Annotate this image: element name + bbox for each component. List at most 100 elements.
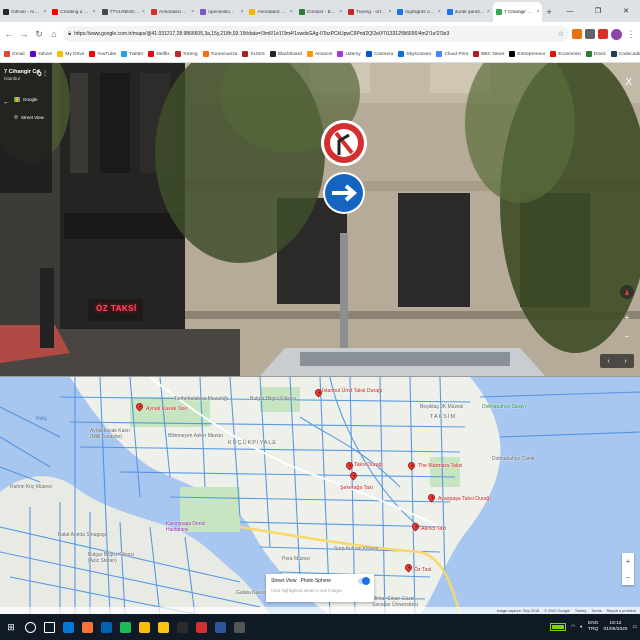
- map-view[interactable]: Aynalı Kavak Taxi İstanbul Ümit Taksi Du…: [0, 376, 640, 614]
- bookmark-item[interactable]: Döviz: [585, 51, 606, 57]
- photo-sphere-option[interactable]: Photo Sphere: [300, 578, 331, 584]
- bookmark-item[interactable]: Amazon: [306, 51, 332, 57]
- word-icon[interactable]: [212, 616, 228, 638]
- calculator-icon[interactable]: [231, 616, 247, 638]
- url-text[interactable]: https://www.google.com.tr/maps/@41.03121…: [74, 31, 555, 37]
- taxi-stand-label[interactable]: Şekerağa Taxi: [340, 485, 373, 492]
- bookmark-star-icon[interactable]: ☆: [558, 30, 564, 38]
- clock[interactable]: 19:12 01/06/2020: [603, 621, 627, 633]
- file-explorer-icon[interactable]: [155, 616, 171, 638]
- landmark-label[interactable]: Aynalıkavak Kasrı (Milli Saraylar): [90, 428, 140, 440]
- network-icon[interactable]: ◠: [571, 625, 575, 630]
- back-button[interactable]: ←: [3, 28, 15, 40]
- bookmark-item[interactable]: Yahoo!: [29, 51, 52, 57]
- taxi-stand-label[interactable]: Taksi Durağı: [354, 462, 383, 469]
- tab-close-icon[interactable]: ×: [93, 9, 96, 15]
- bookmark-item[interactable]: Gmail: [4, 51, 25, 57]
- tab-close-icon[interactable]: ×: [536, 9, 539, 15]
- landmark-label[interactable]: Beşiktaş JK Müzesi: [420, 404, 463, 411]
- browser-tab[interactable]: GitHub - Aleeyl ×: [0, 2, 49, 22]
- zoom-out-button[interactable]: −: [625, 332, 630, 341]
- address-bar[interactable]: 🔒︎ https://www.google.com.tr/maps/@41.03…: [63, 26, 569, 42]
- landmark-label[interactable]: Dolmabahçe Camii: [492, 456, 534, 463]
- landmark-label[interactable]: Balat Ahrida Sinagogu: [58, 532, 107, 539]
- bookmark-item[interactable]: Codecademy: [610, 51, 640, 57]
- taxi-stand-label[interactable]: Akıncı Taxi: [421, 526, 446, 533]
- landmark-label[interactable]: Surp Antuan Kilisesi: [334, 546, 378, 553]
- street-view-mode[interactable]: ◎ Street View: [14, 114, 48, 120]
- bookmark-item[interactable]: Udemy: [337, 51, 361, 57]
- terminal-icon[interactable]: [174, 616, 190, 638]
- bookmark-item[interactable]: BBC News: [473, 51, 504, 57]
- zoom-in-button[interactable]: +: [625, 313, 630, 322]
- tab-close-icon[interactable]: ×: [241, 9, 244, 15]
- more-options-icon[interactable]: ⋮: [42, 70, 48, 77]
- landmark-label[interactable]: Dolmabahçe Sarayı: [482, 404, 526, 411]
- bookmark-item[interactable]: Netflix: [148, 51, 170, 57]
- tab-close-icon[interactable]: ×: [290, 9, 293, 15]
- taxi-stand-label[interactable]: The Marmara Taksi: [418, 463, 462, 470]
- bookmark-item[interactable]: Turuncuerza: [202, 51, 237, 57]
- search-icon[interactable]: [22, 616, 38, 638]
- bookmark-item[interactable]: Economist: [550, 51, 581, 57]
- map-footer-item[interactable]: Report a problem: [607, 609, 636, 613]
- tab-close-icon[interactable]: ×: [191, 9, 194, 15]
- bookmark-item[interactable]: Coursera: [365, 51, 393, 57]
- bookmark-item[interactable]: My Drive: [57, 51, 84, 57]
- bookmark-item[interactable]: Twitter: [121, 51, 143, 57]
- extension-icon[interactable]: [598, 29, 608, 39]
- tab-close-icon[interactable]: ×: [43, 9, 46, 15]
- close-window-button[interactable]: ✕: [612, 0, 640, 22]
- photos-icon[interactable]: [98, 616, 114, 638]
- browser-tab[interactable]: TTVLRBADMLm×: [99, 2, 148, 22]
- browser-tab[interactable]: Tureng - ortaya ×: [345, 2, 394, 22]
- tab-close-icon[interactable]: ×: [142, 9, 145, 15]
- browser-tab[interactable]: Annotated Bibliog×: [246, 2, 295, 22]
- taxi-stand-label[interactable]: Öz Taxi: [414, 567, 431, 574]
- minimize-button[interactable]: —: [556, 0, 584, 22]
- forward-button[interactable]: →: [18, 28, 30, 40]
- street-view-panorama[interactable]: ÖZ TAKSİ 7 Cihangir Cd. İstanbul ⋮ ← Goo…: [0, 63, 640, 376]
- taxi-stand-label[interactable]: İstanbul Ümit Taksi Durağı: [322, 388, 382, 395]
- bookmark-item[interactable]: YouTube: [89, 51, 116, 57]
- back-arrow-icon[interactable]: ←: [3, 99, 10, 106]
- landmark-label[interactable]: Kasımpaşa Deniz Hastanesi: [166, 521, 210, 533]
- language-indicator[interactable]: ENG TRQ: [588, 621, 598, 633]
- browser-tab[interactable]: Creating a YOLO×: [49, 2, 98, 22]
- tab-close-icon[interactable]: ×: [388, 9, 391, 15]
- google-attribution[interactable]: Google: [14, 97, 48, 102]
- browser-tab[interactable]: 7 Cihangir Cd. ×: [492, 2, 543, 22]
- landmark-label[interactable]: Rahmi Koç Müzesi: [10, 484, 52, 491]
- maximize-button[interactable]: ❐: [584, 0, 612, 22]
- home-button[interactable]: ⌂: [48, 28, 60, 40]
- browser-tab[interactable]: Contact - Earlybird×: [296, 2, 345, 22]
- bookmark-item[interactable]: Skyscanner: [398, 51, 431, 57]
- street-view-option[interactable]: Street View: [271, 578, 296, 584]
- tab-close-icon[interactable]: ×: [487, 9, 490, 15]
- landmark-label[interactable]: Bilinmeyen Asker Mezarı: [168, 433, 223, 440]
- bookmark-item[interactable]: Cloud Print: [436, 51, 468, 57]
- bookmark-item[interactable]: KUSIS: [242, 51, 265, 57]
- layer-toggle[interactable]: [358, 577, 370, 585]
- taxi-stand-label[interactable]: Aynalı Kavak Taxi: [146, 406, 187, 413]
- extension-icon[interactable]: [572, 29, 582, 39]
- notification-icon[interactable]: ▭: [632, 625, 637, 630]
- map-zoom-out-button[interactable]: −: [626, 573, 631, 582]
- compass-icon[interactable]: [620, 285, 634, 299]
- reload-button[interactable]: ↻: [33, 28, 45, 40]
- bookmark-item[interactable]: Entrepreneur: [509, 51, 545, 57]
- landmark-label[interactable]: Pera Müzesi: [282, 556, 310, 563]
- chrome-icon[interactable]: [136, 616, 152, 638]
- start-button[interactable]: ⊞: [3, 616, 19, 638]
- browser-tab[interactable]: Annotated Biblio×: [148, 2, 197, 22]
- extension-icon[interactable]: [585, 29, 595, 39]
- new-tab-button[interactable]: +: [542, 2, 556, 22]
- acrobat-icon[interactable]: [193, 616, 209, 638]
- nav-right-button[interactable]: ›: [624, 358, 626, 365]
- tab-close-icon[interactable]: ×: [339, 9, 342, 15]
- bookmark-item[interactable]: Blackboard: [269, 51, 302, 57]
- browser-tab[interactable]: durak şanrit - Go×: [444, 2, 493, 22]
- map-footer-item[interactable]: Terms: [591, 609, 601, 613]
- menu-icon[interactable]: ⋮: [625, 28, 637, 40]
- landmark-label[interactable]: Galata Kulesi: [236, 590, 266, 597]
